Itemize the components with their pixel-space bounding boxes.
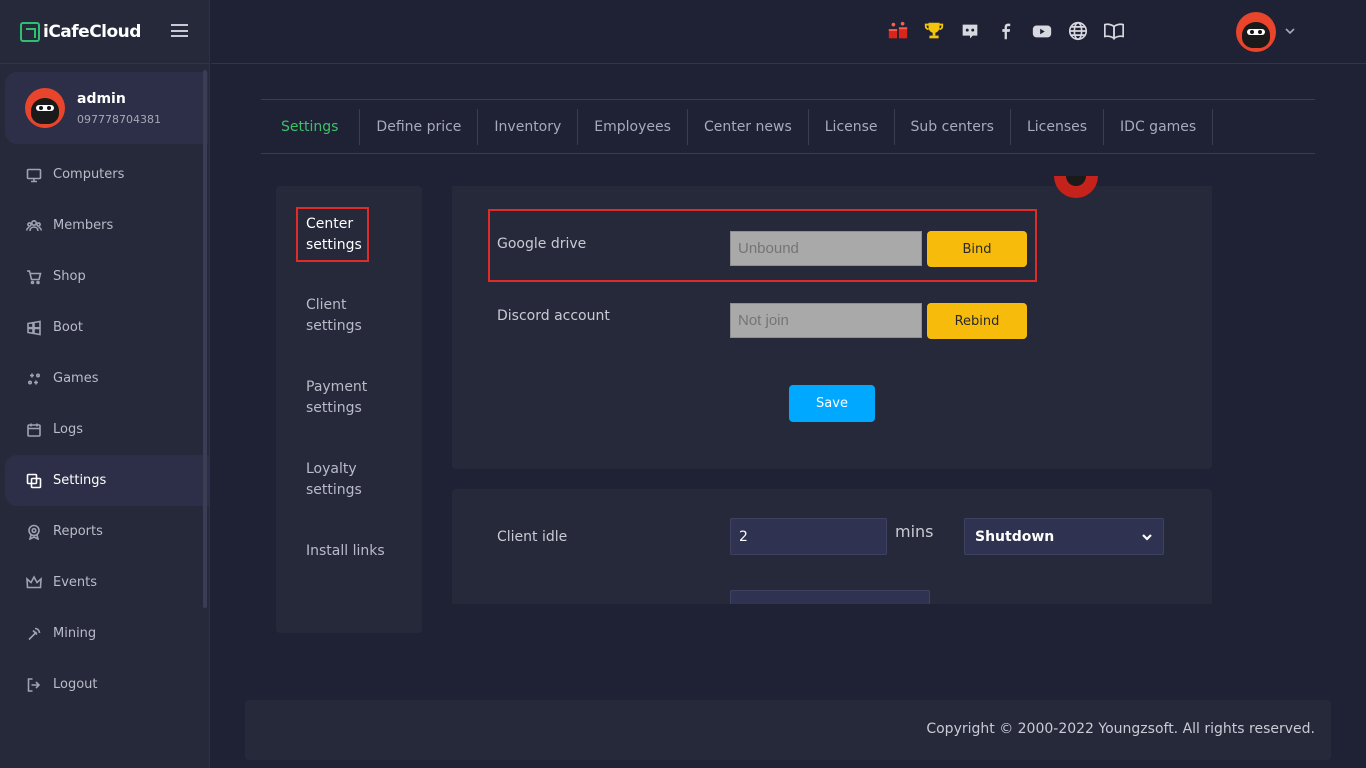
copyright-text: Copyright © 2000-2022 Youngzsoft. All ri… bbox=[926, 721, 1315, 737]
logo-text[interactable]: iCafeCloud bbox=[43, 22, 141, 42]
gamepad-icon bbox=[25, 371, 43, 387]
submenu-loyalty-settings[interactable]: Loyalty settings bbox=[306, 459, 362, 501]
google-drive-highlight bbox=[488, 209, 1037, 282]
pickaxe-icon bbox=[25, 626, 43, 642]
sidebar-item-computers[interactable]: Computers bbox=[0, 149, 209, 200]
members-icon bbox=[25, 218, 43, 234]
menu-toggle-icon[interactable] bbox=[171, 24, 188, 37]
idle-action-value: Shutdown bbox=[975, 528, 1055, 545]
sidebar-item-label: Logout bbox=[53, 677, 98, 692]
avatar-peek-image bbox=[1054, 176, 1098, 198]
submenu-install-links[interactable]: Install links bbox=[306, 541, 385, 562]
chevron-down-icon bbox=[1142, 534, 1152, 541]
settings-icon bbox=[25, 473, 43, 489]
tab-sub-centers[interactable]: Sub centers bbox=[895, 108, 1011, 145]
user-name: admin bbox=[77, 90, 126, 107]
discord-account-label: Discord account bbox=[497, 308, 610, 324]
discord-icon[interactable] bbox=[957, 18, 983, 44]
footer: Copyright © 2000-2022 Youngzsoft. All ri… bbox=[245, 700, 1331, 760]
logout-icon bbox=[25, 677, 43, 693]
tab-settings[interactable]: Settings bbox=[261, 108, 361, 145]
client-idle-input[interactable]: 2 bbox=[730, 518, 887, 555]
reports-icon bbox=[25, 524, 43, 540]
chevron-down-icon[interactable] bbox=[1283, 24, 1297, 38]
sidebar-item-label: Games bbox=[53, 371, 99, 386]
sidebar-item-label: Logs bbox=[53, 422, 83, 437]
globe-icon[interactable] bbox=[1065, 18, 1091, 44]
sidebar-scrollbar[interactable] bbox=[203, 70, 207, 608]
social-links bbox=[885, 18, 1127, 44]
tab-licenses[interactable]: Licenses bbox=[1011, 108, 1105, 145]
tab-inventory[interactable]: Inventory bbox=[478, 108, 579, 145]
user-phone: 097778704381 bbox=[77, 112, 161, 126]
trophy-icon[interactable] bbox=[921, 18, 947, 44]
submenu-payment-settings[interactable]: Payment settings bbox=[306, 377, 367, 419]
rebind-button[interactable]: Rebind bbox=[927, 303, 1027, 339]
sidebar-item-label: Mining bbox=[53, 626, 97, 641]
user-card: admin 097778704381 bbox=[5, 72, 208, 144]
windows-icon bbox=[25, 320, 43, 336]
sidebar-item-settings[interactable]: Settings bbox=[5, 455, 209, 506]
gifts-icon[interactable] bbox=[885, 18, 911, 44]
logo-icon bbox=[20, 21, 40, 42]
sidebar-item-label: Events bbox=[53, 575, 98, 590]
sidebar-item-label: Reports bbox=[53, 524, 103, 539]
sidebar-item-label: Computers bbox=[53, 167, 125, 182]
sidebar-item-reports[interactable]: Reports bbox=[0, 506, 209, 557]
save-button[interactable]: Save bbox=[789, 385, 875, 422]
sidebar-item-logout[interactable]: Logout bbox=[0, 659, 209, 710]
sidebar-item-label: Boot bbox=[53, 320, 83, 335]
top-bar bbox=[211, 0, 1366, 64]
monitor-icon bbox=[25, 167, 43, 183]
logo-bar: iCafeCloud bbox=[0, 0, 209, 64]
profile-avatar[interactable] bbox=[1236, 12, 1276, 52]
sidebar-item-shop[interactable]: Shop bbox=[0, 251, 209, 302]
cart-icon bbox=[25, 269, 43, 285]
book-icon[interactable] bbox=[1101, 18, 1127, 44]
settings-tabs: Settings Define price Inventory Employees Ce… bbox=[261, 99, 1315, 154]
sidebar-item-logs[interactable]: Logs bbox=[0, 404, 209, 455]
tab-define-price[interactable]: Define price bbox=[360, 108, 479, 145]
sidebar-item-events[interactable]: Events bbox=[0, 557, 209, 608]
client-idle-label: Client idle bbox=[497, 529, 568, 545]
client-settings-panel: Client idle 2 mins Shutdown bbox=[452, 489, 1212, 604]
discord-account-field[interactable] bbox=[730, 303, 922, 338]
sidebar: iCafeCloud admin 097778704381 Computers M… bbox=[0, 0, 210, 768]
facebook-icon[interactable] bbox=[993, 18, 1019, 44]
next-setting-input[interactable] bbox=[730, 590, 930, 604]
avatar bbox=[25, 88, 65, 128]
idle-action-select[interactable]: Shutdown bbox=[964, 518, 1164, 555]
tab-employees[interactable]: Employees bbox=[578, 108, 688, 145]
center-settings-highlight bbox=[296, 207, 369, 262]
sidebar-nav: Computers Members Shop Boot Games Logs Setting… bbox=[0, 149, 209, 710]
tab-idc-games[interactable]: IDC games bbox=[1104, 108, 1214, 145]
sidebar-item-members[interactable]: Members bbox=[0, 200, 209, 251]
tab-license[interactable]: License bbox=[809, 108, 895, 145]
sidebar-item-games[interactable]: Games bbox=[0, 353, 209, 404]
sidebar-item-label: Shop bbox=[53, 269, 86, 284]
idle-unit-label: mins bbox=[895, 522, 934, 541]
sidebar-item-label: Settings bbox=[53, 473, 107, 488]
tab-center-news[interactable]: Center news bbox=[688, 108, 809, 145]
submenu-client-settings[interactable]: Client settings bbox=[306, 295, 362, 337]
calendar-icon bbox=[25, 422, 43, 438]
sidebar-item-boot[interactable]: Boot bbox=[0, 302, 209, 353]
sidebar-item-mining[interactable]: Mining bbox=[0, 608, 209, 659]
sidebar-item-label: Members bbox=[53, 218, 114, 233]
youtube-icon[interactable] bbox=[1029, 18, 1055, 44]
crown-icon bbox=[25, 574, 43, 591]
